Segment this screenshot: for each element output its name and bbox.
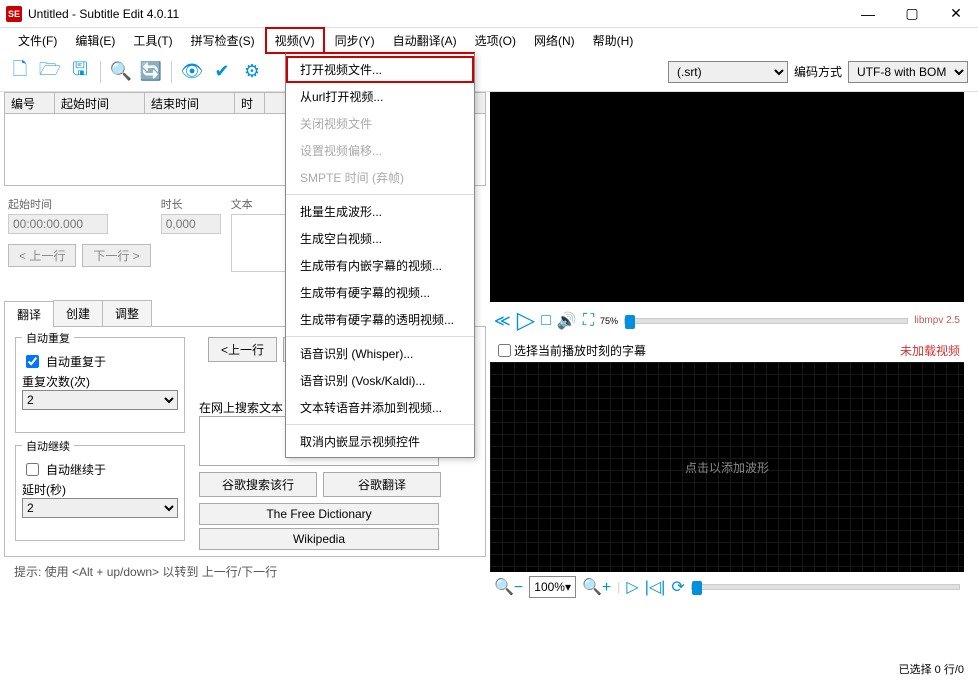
toolbar-separator (171, 61, 172, 83)
title-bar: SE Untitled - Subtitle Edit 4.0.11 — ▢ ✕ (0, 0, 978, 28)
auto-continue-label: 自动继续于 (46, 461, 106, 478)
stop-icon[interactable]: □ (541, 312, 551, 330)
wave-loop-icon[interactable]: ⟳ (671, 577, 684, 597)
select-current-time-checkbox[interactable] (498, 344, 511, 357)
wikipedia-button[interactable]: Wikipedia (199, 528, 439, 550)
col-number[interactable]: 编号 (5, 93, 55, 113)
start-time-label: 起始时间 (8, 196, 151, 212)
menu-item[interactable]: 取消内嵌显示视频控件 (286, 428, 474, 455)
speed-pct: 75% (600, 316, 618, 326)
menu-item: 设置视频偏移... (286, 137, 474, 164)
col-end[interactable]: 结束时间 (145, 93, 235, 113)
step-back-icon[interactable]: ≪ (494, 311, 511, 331)
auto-continue-title: 自动继续 (22, 441, 74, 453)
duration-input[interactable] (161, 214, 221, 234)
window-title: Untitled - Subtitle Edit 4.0.11 (28, 7, 179, 21)
menu-item[interactable]: 批量生成波形... (286, 198, 474, 225)
speed-slider[interactable] (624, 318, 908, 324)
auto-repeat-checkbox[interactable] (26, 355, 39, 368)
wave-play-icon[interactable]: ▷ (626, 577, 638, 597)
zoom-out-icon[interactable]: 🔍− (494, 577, 523, 597)
play-prev-button[interactable]: <上一行 (208, 337, 277, 362)
menu-item[interactable]: 从url打开视频... (286, 83, 474, 110)
repeat-count-select[interactable]: 2 (22, 390, 178, 410)
save-icon[interactable]: 🖫 (66, 58, 94, 86)
visual-sync-icon[interactable]: 👁 (178, 58, 206, 86)
menu-sync[interactable]: 同步(Y) (327, 29, 383, 52)
duration-label: 时长 (161, 196, 221, 212)
hint-text: 提示: 使用 <Alt + up/down> 以转到 上一行/下一行 (4, 557, 486, 586)
video-preview[interactable] (490, 92, 964, 302)
menu-item[interactable]: 生成带有内嵌字幕的视频... (286, 252, 474, 279)
menu-item: 关闭视频文件 (286, 110, 474, 137)
close-button[interactable]: ✕ (934, 0, 978, 28)
menu-item[interactable]: 生成带有硬字幕的视频... (286, 279, 474, 306)
menu-options[interactable]: 选项(O) (467, 29, 524, 52)
delay-select[interactable]: 2 (22, 498, 178, 518)
encoding-label: 编码方式 (794, 63, 842, 80)
prev-line-button[interactable]: < 上一行 (8, 244, 76, 267)
menu-bar: 文件(F) 编辑(E) 工具(T) 拼写检查(S) 视频(V) 同步(Y) 自动… (0, 28, 978, 52)
video-controls: ≪ ▷ □ 🔊 ⛶ 75% libmpv 2.5 (490, 302, 964, 339)
menu-item[interactable]: 语音识别 (Vosk/Kaldi)... (286, 367, 474, 394)
app-logo: SE (6, 6, 22, 22)
col-start[interactable]: 起始时间 (55, 93, 145, 113)
repeat-count-label: 重复次数(次) (22, 373, 178, 390)
menu-item: SMPTE 时间 (弃帧) (286, 164, 474, 191)
wave-position-icon[interactable]: |◁| (645, 577, 666, 597)
menu-item[interactable]: 生成带有硬字幕的透明视频... (286, 306, 474, 333)
menu-tools[interactable]: 工具(T) (125, 29, 180, 52)
zoom-select[interactable]: 100% ▾ (529, 576, 576, 598)
status-bar: 已选择 0 行/0 (895, 657, 968, 681)
menu-item[interactable]: 文本转语音并添加到视频... (286, 394, 474, 421)
free-dictionary-button[interactable]: The Free Dictionary (199, 503, 439, 525)
menu-item[interactable]: 生成空白视频... (286, 225, 474, 252)
tab-translate[interactable]: 翻译 (4, 301, 54, 327)
format-select[interactable]: (.srt) (668, 61, 788, 83)
select-current-time-label: 选择当前播放时刻的字幕 (514, 342, 646, 359)
menu-help[interactable]: 帮助(H) (585, 29, 642, 52)
video-menu-dropdown: 打开视频文件...从url打开视频...关闭视频文件设置视频偏移...SMPTE… (285, 52, 475, 458)
tab-adjust[interactable]: 调整 (102, 300, 152, 326)
encoding-select[interactable]: UTF-8 with BOM (848, 61, 968, 83)
waveform-seek-slider[interactable] (691, 584, 960, 590)
col-dur[interactable]: 时 (235, 93, 265, 113)
waveform-placeholder: 点击以添加波形 (685, 459, 769, 476)
next-line-button[interactable]: 下一行 > (82, 244, 150, 267)
minimize-button[interactable]: — (846, 0, 890, 28)
video-lib-label: libmpv 2.5 (914, 315, 960, 326)
menu-item[interactable]: 打开视频文件... (286, 56, 474, 83)
fullscreen-icon[interactable]: ⛶ (583, 312, 594, 330)
menu-item[interactable]: 语音识别 (Whisper)... (286, 340, 474, 367)
google-search-button[interactable]: 谷歌搜索该行 (199, 472, 317, 497)
replace-icon[interactable]: 🔄 (137, 58, 165, 86)
toolbar: 🗋 🗁 🖫 🔍 🔄 👁 ✔ ⚙ (.srt) 编码方式 UTF-8 with B… (0, 52, 978, 92)
zoom-in-icon[interactable]: 🔍+ (582, 577, 611, 597)
delay-label: 延时(秒) (22, 481, 178, 498)
menu-network[interactable]: 网络(N) (526, 29, 583, 52)
toolbar-separator (100, 61, 101, 83)
start-time-input[interactable] (8, 214, 108, 234)
google-translate-button[interactable]: 谷歌翻译 (323, 472, 441, 497)
menu-video[interactable]: 视频(V) (265, 27, 325, 54)
search-icon[interactable]: 🔍 (107, 58, 135, 86)
spellcheck-icon[interactable]: ✔ (208, 58, 236, 86)
play-icon[interactable]: ▷ (517, 306, 535, 335)
waveform-area[interactable]: 点击以添加波形 (490, 362, 964, 572)
settings-icon[interactable]: ⚙ (238, 58, 266, 86)
volume-icon[interactable]: 🔊 (557, 311, 577, 331)
new-file-icon[interactable]: 🗋 (6, 58, 34, 86)
tab-create[interactable]: 创建 (53, 300, 103, 326)
menu-edit[interactable]: 编辑(E) (67, 29, 123, 52)
no-video-label: 未加载视频 (900, 342, 960, 359)
maximize-button[interactable]: ▢ (890, 0, 934, 28)
open-file-icon[interactable]: 🗁 (36, 58, 64, 86)
auto-continue-checkbox[interactable] (26, 463, 39, 476)
menu-file[interactable]: 文件(F) (10, 29, 65, 52)
menu-auto-translate[interactable]: 自动翻译(A) (385, 29, 465, 52)
auto-repeat-label: 自动重复于 (46, 353, 106, 370)
menu-spellcheck[interactable]: 拼写检查(S) (183, 29, 263, 52)
auto-repeat-title: 自动重复 (22, 333, 74, 345)
